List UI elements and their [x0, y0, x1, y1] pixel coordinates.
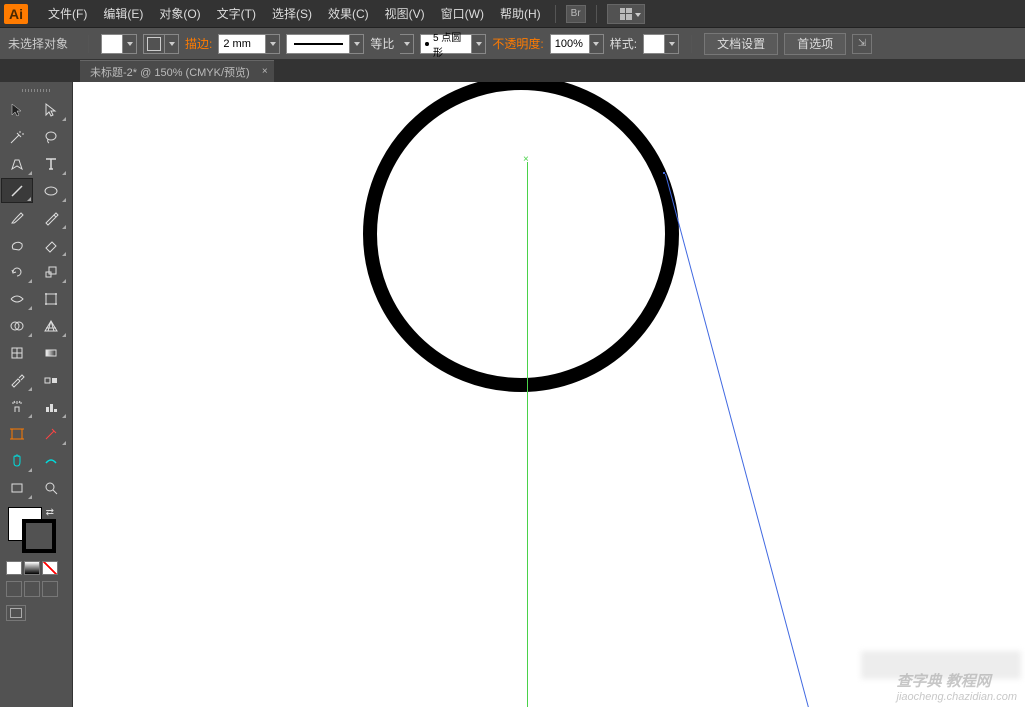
shape-builder-tool[interactable]	[1, 313, 33, 338]
swap-colors-icon[interactable]: ⇄	[46, 507, 54, 518]
magnify-tool[interactable]	[35, 475, 67, 500]
control-bar: 未选择对象 描边: 2 mm 等比 5 点圆形 不透明度: 100% 样式: 文…	[0, 28, 1025, 60]
pen-tool[interactable]	[1, 151, 33, 176]
draw-inside-button[interactable]	[42, 581, 58, 597]
opacity-input[interactable]: 100%	[550, 34, 590, 54]
symbol-sprayer-tool[interactable]	[1, 394, 33, 419]
gradient-tool[interactable]	[35, 340, 67, 365]
menu-help[interactable]: 帮助(H)	[492, 5, 549, 22]
watermark-url: jiaocheng.chazidian.com	[897, 691, 1017, 703]
separator	[88, 35, 89, 53]
stroke-weight-dropdown[interactable]	[266, 34, 280, 54]
rotate-tool[interactable]	[1, 259, 33, 284]
menu-bar: Ai 文件(F) 编辑(E) 对象(O) 文字(T) 选择(S) 效果(C) 视…	[0, 0, 1025, 28]
grid-icon	[620, 8, 632, 20]
direct-selection-tool[interactable]	[35, 97, 67, 122]
stroke-label: 描边:	[185, 35, 212, 52]
menu-view[interactable]: 视图(V)	[377, 5, 433, 22]
line-segment-tool[interactable]	[1, 178, 33, 203]
artboard-nav-tool[interactable]	[1, 475, 33, 500]
separator	[596, 5, 597, 23]
toolbox-grip[interactable]	[0, 86, 72, 94]
hand-tool[interactable]	[1, 448, 33, 473]
slice-tool[interactable]	[35, 421, 67, 446]
draw-behind-button[interactable]	[24, 581, 40, 597]
blob-brush-tool[interactable]	[1, 232, 33, 257]
stroke-style-dropdown[interactable]	[350, 34, 364, 54]
menu-edit[interactable]: 编辑(E)	[95, 5, 151, 22]
workspace: ⇄ × D: 323.82 pt 252°	[0, 82, 1025, 707]
paintbrush-tool[interactable]	[1, 205, 33, 230]
lasso-tool[interactable]	[35, 124, 67, 149]
color-gradient-button[interactable]	[24, 561, 40, 575]
document-tab-bar: 未标题-2* @ 150% (CMYK/预览) ×	[0, 60, 1025, 82]
stroke-swatch[interactable]	[143, 34, 165, 54]
style-label: 样式:	[610, 35, 637, 52]
eyedropper-tool[interactable]	[1, 367, 33, 392]
screen-mode-row	[6, 605, 66, 621]
screen-mode-button[interactable]	[6, 605, 26, 621]
selection-tool[interactable]	[1, 97, 33, 122]
bridge-icon[interactable]: Br	[566, 5, 586, 23]
anchor-start-icon	[663, 172, 665, 174]
preferences-button[interactable]: 首选项	[784, 33, 846, 55]
artboard-tool[interactable]	[1, 421, 33, 446]
type-tool[interactable]	[35, 151, 67, 176]
zoom-tool[interactable]	[35, 448, 67, 473]
perspective-grid-tool[interactable]	[35, 313, 67, 338]
stroke-weight-input[interactable]: 2 mm	[218, 34, 266, 54]
draw-mode-row	[6, 581, 66, 597]
uniform-dropdown[interactable]	[400, 34, 414, 54]
opacity-dropdown[interactable]	[590, 34, 604, 54]
fill-stroke-colors[interactable]: ⇄	[4, 507, 56, 553]
blend-tool[interactable]	[35, 367, 67, 392]
fill-dropdown[interactable]	[123, 34, 137, 54]
separator	[555, 5, 556, 23]
arrange-docs-dropdown[interactable]	[607, 4, 645, 24]
ellipse-tool[interactable]	[35, 178, 67, 203]
menu-window[interactable]: 窗口(W)	[433, 5, 492, 22]
stroke-uniform-label: 等比	[370, 35, 394, 52]
separator	[691, 35, 692, 53]
column-graph-tool[interactable]	[35, 394, 67, 419]
mesh-tool[interactable]	[1, 340, 33, 365]
menu-file[interactable]: 文件(F)	[40, 5, 95, 22]
profile-text: 5 点圆形	[433, 29, 467, 59]
color-mode-row	[6, 561, 66, 575]
free-transform-tool[interactable]	[35, 286, 67, 311]
menu-object[interactable]: 对象(O)	[151, 5, 208, 22]
color-none-button[interactable]	[42, 561, 58, 575]
scale-tool[interactable]	[35, 259, 67, 284]
brush-profile-picker[interactable]: 5 点圆形	[420, 34, 472, 54]
graphic-style-dropdown[interactable]	[665, 34, 679, 54]
document-tab[interactable]: 未标题-2* @ 150% (CMYK/预览) ×	[80, 60, 274, 82]
graphic-style-swatch[interactable]	[643, 34, 665, 54]
app-logo-icon: Ai	[4, 4, 28, 24]
toolbox: ⇄	[0, 82, 73, 707]
magic-wand-tool[interactable]	[1, 124, 33, 149]
opacity-label: 不透明度:	[492, 35, 543, 52]
fill-swatch[interactable]	[101, 34, 123, 54]
pencil-tool[interactable]	[35, 205, 67, 230]
selection-status: 未选择对象	[8, 35, 68, 52]
close-tab-icon[interactable]: ×	[262, 66, 268, 77]
color-solid-button[interactable]	[6, 561, 22, 575]
brush-profile-dropdown[interactable]	[472, 34, 486, 54]
watermark-blur	[861, 651, 1021, 679]
menu-select[interactable]: 选择(S)	[264, 5, 320, 22]
document-tab-title: 未标题-2* @ 150% (CMYK/预览)	[90, 64, 250, 80]
stroke-color-swatch[interactable]	[22, 519, 56, 553]
stroke-style-picker[interactable]	[286, 34, 350, 54]
line-preview	[527, 174, 727, 707]
document-setup-button[interactable]: 文档设置	[704, 33, 778, 55]
menu-effect[interactable]: 效果(C)	[320, 5, 377, 22]
canvas[interactable]: × D: 323.82 pt 252° 查字典 教程网 jiaocheng.ch…	[73, 82, 1025, 707]
eraser-tool[interactable]	[35, 232, 67, 257]
draw-normal-button[interactable]	[6, 581, 22, 597]
stroke-dropdown[interactable]	[165, 34, 179, 54]
transform-panel-icon[interactable]: ⇲	[852, 34, 872, 54]
menu-type[interactable]: 文字(T)	[209, 5, 264, 22]
drawing-line-preview	[665, 174, 814, 707]
width-tool[interactable]	[1, 286, 33, 311]
